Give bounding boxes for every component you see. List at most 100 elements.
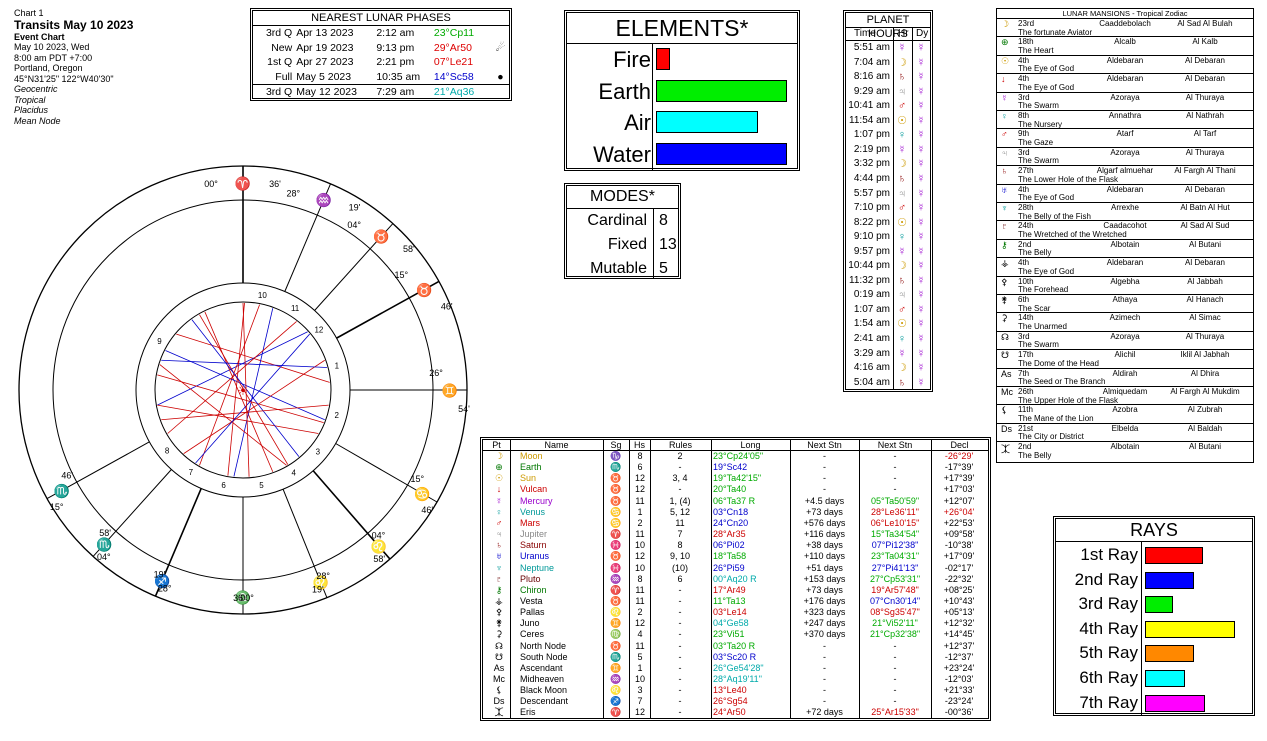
longitude: 17°Ar49 [713, 584, 746, 595]
declination: -12°03' [944, 674, 974, 684]
mansion-arabic-name: Al Thuraya [1185, 147, 1225, 157]
element-bar [656, 79, 787, 102]
next-station-pos: 07°Pi12'38" [871, 540, 919, 551]
house: 1 [637, 506, 643, 517]
mansion-planet-icon: ⚵ [1001, 295, 1008, 305]
planet-glyph-icon: As [493, 662, 505, 673]
house: 5 [637, 651, 643, 662]
house: 12 [634, 618, 645, 629]
longitude: 06°Ta37 R [713, 495, 756, 506]
next-station-pos: 21°Cp32'38" [869, 629, 921, 640]
planet-hour-ruler-icon: ♀ [897, 129, 907, 142]
cusp-sign-icon: ♏ [96, 537, 112, 552]
cusp-minute: 19' [154, 570, 166, 580]
mansion-meaning: The Mane of the Lion [1018, 413, 1094, 423]
mansion-row: ⚵ 6th Athaya Al Hanach The Scar [997, 294, 1253, 313]
rules: 9, 10 [669, 551, 691, 562]
element-bar [656, 142, 787, 165]
house-number: 1 [335, 362, 340, 371]
chart-title: Transits May 10 2023 [14, 17, 134, 32]
planet-hour-time: 1:07 am [853, 303, 890, 315]
next-station-time: +176 days [803, 595, 846, 606]
cusp-minute: 58' [373, 554, 385, 564]
planet-hour-ruler-icon: ☿ [897, 42, 907, 54]
mansion-row: ☿ 3rd Azoraya Al Thuraya The Swarm [997, 91, 1253, 110]
planet-glyph-icon: ☉ [494, 473, 504, 484]
planet-name: Neptune [520, 562, 555, 573]
ray-bar [1145, 645, 1195, 663]
lunar-phase-phase: New [271, 41, 293, 54]
ray-label: 2nd Ray [1074, 569, 1138, 589]
cusp-minute: 36' [233, 593, 245, 603]
next-station-time: - [823, 473, 826, 484]
planet-day-ruler-icon: ☿ [916, 318, 926, 331]
table-row: ⯰ Eris ♈ 12 - 24°Ar50 +72 days 25°Ar15'33" -00°3… [483, 707, 988, 718]
planet-glyph-icon: ⚸ [495, 685, 503, 696]
mansion-planet-icon: ⚳ [1001, 313, 1008, 324]
next-station-pos: - [893, 473, 897, 484]
table-row: Ds Descendant ♐ 7 - 26°Sg54 - - -23°24' [483, 696, 988, 707]
sign-glyph-icon: ♈ [610, 529, 622, 540]
rules: - [678, 462, 682, 473]
planet-hour-time: 2:19 pm [853, 143, 890, 155]
lunar-phase-time: 9:13 pm [376, 41, 415, 54]
center-icon: ☀ [237, 383, 249, 398]
ray-label: 6th Ray [1079, 668, 1138, 687]
table-header: Decl [950, 440, 969, 450]
cusp-sign-icon: ♉ [373, 229, 389, 244]
lunar-mansions-title: LUNAR MANSIONS - Tropical Zodiac [1062, 9, 1188, 18]
element-label: Earth [598, 78, 651, 104]
mansion-row: ⚳ 14th Azimech Al Simac The Unarmed [997, 312, 1253, 331]
planet-name: Sun [520, 473, 537, 484]
house-number: 11 [291, 304, 300, 313]
lunar-phase-row: New Apr 19 2023 9:13 pm 29°Ar50 ☄ [253, 41, 509, 56]
mansion-planet-icon: ♇ [1001, 221, 1008, 232]
rules: - [678, 707, 682, 718]
planet-day-ruler-icon: ☿ [916, 274, 926, 287]
house: 7 [637, 696, 643, 707]
planet-glyph-icon: ⚴ [495, 607, 503, 618]
planet-glyph-icon: ⚳ [495, 629, 503, 640]
mansion-meaning: The Nursery [1018, 119, 1063, 129]
mansion-planet-icon: Ds [1001, 423, 1012, 434]
longitude: 26°Ge54'28" [713, 662, 764, 673]
planet-hour-row: 0:19 am ♃ ☿ [846, 288, 930, 303]
mansion-planet-icon: ☊ [1001, 331, 1009, 342]
house-number: 9 [157, 337, 162, 346]
house: 11 [635, 640, 645, 651]
mode-row: Fixed 13 [567, 233, 678, 257]
longitude: 03°Cn18 [713, 506, 749, 517]
ray-label: 7th Ray [1079, 692, 1138, 712]
mode-label: Fixed [607, 236, 647, 253]
mansion-arabic-name: Al Sad Al Sud [1180, 221, 1230, 231]
lunar-phase-row: 3rd Q May 12 2023 7:29 am 21°Aq36 [253, 84, 509, 100]
longitude: 28°Aq19'11" [713, 674, 762, 684]
table-row: ♀ Venus ♋ 1 5, 12 03°Cn18 +73 days 28°Le36'11" +… [483, 507, 988, 518]
planet-hour-row: 4:44 pm ♄ ☿ [846, 172, 930, 187]
next-station-time: - [823, 462, 826, 473]
declination: +21°33' [943, 685, 975, 696]
house-number: 12 [314, 326, 323, 335]
next-station-pos: 19°Ar57'48" [871, 584, 919, 595]
table-row: ☿ Mercury ♉ 11 1, (4) 06°Ta37 R +4.5 days 05°Ta… [483, 496, 988, 507]
mansion-meaning: The Wretched of the Wretched [1018, 229, 1127, 239]
mansion-planet-icon: ♅ [1001, 184, 1008, 195]
next-station-time: +38 days [806, 540, 843, 551]
mansion-arabic-name: Al Butani [1188, 442, 1222, 452]
planet-hour-row: 4:16 am ☽ ☿ [846, 361, 930, 376]
mansion-planet-icon: ☿ [1001, 92, 1008, 103]
lunar-phase-row: 1st Q Apr 27 2023 2:21 pm 07°Le21 [253, 55, 509, 70]
planet-glyph-icon: ☋ [495, 651, 503, 662]
planet-hours-header: Time Hr Dy [846, 28, 930, 41]
mansion-meaning: The Upper Hole of the Flask [1018, 395, 1119, 405]
planet-glyph-icon: ♅ [495, 551, 503, 562]
next-station-pos: - [893, 462, 897, 473]
mansion-meaning: The Eye of God [1018, 193, 1075, 203]
ray-label: 5th Ray [1079, 643, 1138, 663]
planet-hour-time: 10:44 pm [848, 260, 890, 272]
cusp-degree: 28° [158, 584, 172, 594]
col-time: Time [854, 28, 876, 39]
house: 12 [634, 484, 645, 495]
longitude: 26°Sg54 [713, 696, 748, 707]
ray-bar [1145, 571, 1195, 589]
